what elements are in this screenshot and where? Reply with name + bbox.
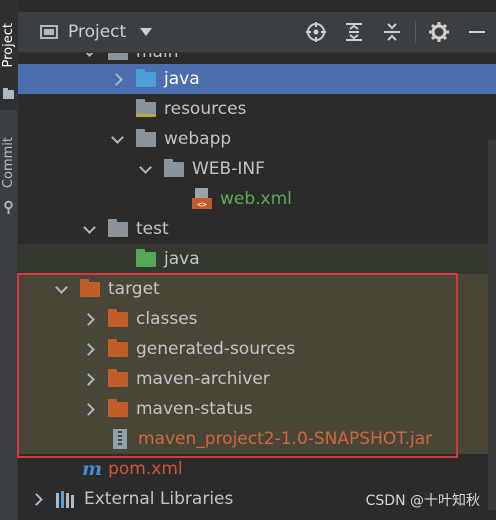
commit-icon (4, 200, 13, 214)
excluded-folder-icon (108, 398, 128, 417)
tree-label: External Libraries (84, 489, 234, 509)
header-toolbar (297, 12, 496, 52)
chevron-right-icon[interactable] (82, 394, 96, 424)
jar-archive-icon (113, 429, 127, 449)
collapse-all-icon[interactable] (373, 12, 411, 52)
folder-icon (108, 53, 128, 60)
libraries-icon (56, 491, 74, 508)
tree-label: java (164, 249, 200, 269)
tree-label: pom.xml (108, 459, 183, 479)
chevron-down-icon[interactable] (138, 154, 152, 184)
commit-tab-label: Commit (1, 137, 16, 189)
tree-row-web-inf[interactable]: WEB-INF (18, 154, 496, 184)
locate-icon[interactable] (297, 12, 335, 52)
tree-row-generated-sources[interactable]: generated-sources (18, 334, 496, 364)
excluded-folder-icon (108, 338, 128, 357)
chevron-down-icon[interactable] (82, 214, 96, 244)
tree-row-resources[interactable]: resources (18, 94, 496, 124)
project-panel-title[interactable]: Project (68, 22, 126, 42)
chevron-down-icon[interactable] (140, 28, 153, 36)
tree-label: generated-sources (136, 339, 296, 359)
excluded-folder-icon (108, 368, 128, 387)
tree-row-maven-status[interactable]: maven-status (18, 394, 496, 424)
tree-label: maven-archiver (136, 369, 270, 389)
toolbar-divider (415, 21, 416, 43)
tree-label: maven-status (136, 399, 253, 419)
tree-row-target[interactable]: target (18, 274, 496, 304)
folder-icon (164, 158, 184, 177)
source-folder-icon (136, 68, 156, 87)
chevron-right-icon[interactable] (82, 334, 96, 364)
excluded-folder-icon (80, 278, 100, 297)
project-view-icon (40, 25, 58, 39)
tree-label: maven_project2-1.0-SNAPSHOT.jar (138, 429, 433, 449)
tree-row-test[interactable]: test (18, 214, 496, 244)
vertical-scrollbar[interactable] (488, 140, 496, 510)
maven-m-icon: m (82, 458, 103, 480)
project-folder-icon (3, 88, 14, 99)
commit-tool-tab[interactable]: Commit (0, 128, 17, 198)
tree-label: main (136, 53, 178, 62)
tree-label: web.xml (220, 189, 292, 209)
project-panel-header: Project (18, 12, 496, 53)
tool-window-strip: Project Commit (0, 0, 18, 520)
chevron-right-icon[interactable] (30, 484, 44, 514)
project-tree: main java resources webapp WEB-INF (18, 53, 496, 520)
tree-row-classes[interactable]: classes (18, 304, 496, 334)
chevron-right-icon[interactable] (110, 64, 124, 94)
folder-icon (136, 128, 156, 147)
tree-label: java (164, 69, 200, 89)
tree-row-jar[interactable]: maven_project2-1.0-SNAPSHOT.jar (18, 424, 496, 454)
tree-label: test (136, 219, 169, 239)
expand-all-icon[interactable] (335, 12, 373, 52)
minimize-icon[interactable] (458, 12, 496, 52)
tree-label: classes (136, 309, 198, 329)
tree-label: target (108, 279, 160, 299)
gear-icon[interactable] (420, 12, 458, 52)
svg-text:<>: <> (197, 200, 207, 209)
tree-label: webapp (164, 129, 232, 149)
folder-icon (108, 218, 128, 237)
tree-row-java-main[interactable]: java (18, 64, 496, 94)
chevron-right-icon[interactable] (82, 304, 96, 334)
excluded-folder-icon (108, 308, 128, 327)
tree-row-maven-archiver[interactable]: maven-archiver (18, 364, 496, 394)
tree-label: resources (164, 99, 247, 119)
resources-folder-icon (136, 98, 156, 117)
tree-row-webapp[interactable]: webapp (18, 124, 496, 154)
test-folder-icon (136, 248, 156, 267)
tree-row-pom[interactable]: m pom.xml (18, 454, 496, 484)
tree-row-web-xml[interactable]: <> web.xml (18, 184, 496, 214)
chevron-down-icon[interactable] (54, 274, 68, 304)
chevron-down-icon[interactable] (110, 124, 124, 154)
watermark: CSDN @十叶知秋 (365, 493, 480, 509)
tree-row-java-test[interactable]: java (18, 244, 496, 274)
tree-label: WEB-INF (192, 159, 265, 179)
chevron-right-icon[interactable] (82, 364, 96, 394)
project-tab-label: Project (1, 22, 16, 68)
xml-file-icon: <> (192, 188, 212, 209)
